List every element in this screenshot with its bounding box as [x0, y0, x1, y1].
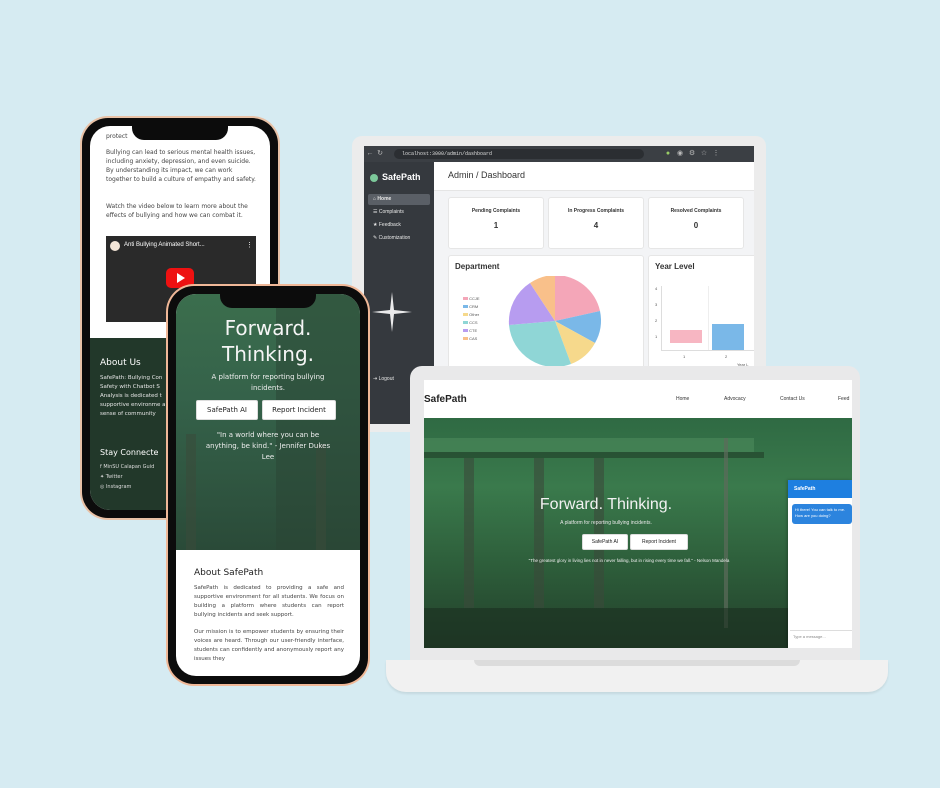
video-menu-icon[interactable]: ⋮: [246, 241, 253, 249]
legend-item: CRM: [463, 304, 480, 309]
hero-title: Forward. Thinking.: [539, 496, 673, 513]
nav-link-feed[interactable]: Feed: [838, 396, 849, 402]
pending-card[interactable]: Pending Complaints 1: [448, 197, 544, 249]
laptop-landing-screen: SafePath Home Advocacy Contact Us Feed F…: [424, 380, 852, 648]
site-brand[interactable]: SafePath: [424, 394, 467, 405]
phone-notch: [132, 124, 228, 140]
nav-link-advocacy[interactable]: Advocacy: [724, 396, 746, 402]
chatbot-widget: SafePath Hi there! You can talk to me. H…: [788, 480, 852, 648]
bar[interactable]: [670, 330, 702, 343]
hero-quote: "In a world where you can be anything, b…: [205, 431, 331, 461]
report-incident-button[interactable]: Report Incident: [630, 534, 688, 550]
menu-icon[interactable]: ⋮: [712, 150, 720, 158]
legend-item: CCS: [463, 320, 480, 325]
reload-icon[interactable]: ↻: [376, 150, 384, 158]
card-value: 4: [593, 221, 599, 230]
hero-subtitle: A platform for reporting bullying incide…: [560, 520, 652, 526]
panel-title: Department: [455, 262, 500, 271]
phone-hero-section: Forward. Thinking. A platform for report…: [176, 294, 360, 550]
logout-label: Logout: [378, 376, 394, 382]
hero-subtitle: A platform for reporting bullying incide…: [211, 373, 325, 392]
x-tick: 1: [683, 354, 686, 359]
browser-toolbar: ← ↻ localhost:3000/admin/dashboard ● ◉ ⚙…: [364, 146, 754, 162]
bookmark-icon[interactable]: ☆: [700, 150, 708, 158]
legend-item: Other: [463, 312, 480, 317]
sidebar-item-label: Complaints: [378, 209, 404, 215]
card-value: 1: [493, 221, 499, 230]
y-tick: 2: [655, 318, 658, 323]
card-label: Pending Complaints: [471, 208, 521, 214]
sidebar-item-complaints[interactable]: ☰ Complaints: [368, 207, 430, 218]
stay-connected-title: Stay Connecte: [100, 448, 159, 457]
panel-title: Year Level: [655, 262, 695, 271]
chat-input[interactable]: Type a message...: [790, 630, 852, 642]
extension-icon[interactable]: ●: [664, 150, 672, 158]
address-bar[interactable]: localhost:3000/admin/dashboard: [394, 149, 644, 159]
x-tick: 2: [725, 354, 728, 359]
social-twitter[interactable]: ✦ Twitter: [100, 474, 123, 480]
logo-icon: [370, 174, 378, 182]
about-paragraph-2: Our mission is to empower students by en…: [194, 629, 344, 662]
social-facebook[interactable]: f MinSU Calapan Guid: [100, 464, 154, 470]
social-label: MinSU Calapan Guid: [103, 464, 155, 470]
sidebar-item-customization[interactable]: ✎ Customization: [368, 233, 430, 244]
sidebar-item-label: Home: [377, 196, 392, 202]
sidebar-brand: SafePath: [382, 172, 421, 182]
card-label: Resolved Complaints: [670, 208, 722, 214]
sidebar-item-label: Customization: [378, 235, 411, 241]
page-title: Admin / Dashboard: [448, 170, 526, 180]
phone-notch: [220, 292, 316, 308]
settings-icon[interactable]: ⚙: [688, 150, 696, 158]
hero-title-line1: Forward.: [224, 316, 312, 340]
legend-item: CTE: [463, 328, 480, 333]
hero-title-line2: Thinking.: [222, 342, 314, 366]
y-tick: 3: [655, 302, 658, 307]
channel-avatar: [110, 241, 120, 251]
social-label: Instagram: [105, 484, 132, 490]
profile-icon[interactable]: ◉: [676, 150, 684, 158]
sidebar-item-home[interactable]: ⌂ Home: [368, 194, 430, 205]
in-progress-card[interactable]: In Progress Complaints 4: [548, 197, 644, 249]
about-title: About Us: [100, 358, 141, 368]
site-navbar: SafePath Home Advocacy Contact Us Feed: [424, 380, 852, 418]
legend-item: CAS: [463, 336, 480, 341]
bar-plot-area: [661, 286, 754, 351]
bar[interactable]: [712, 324, 744, 350]
video-title[interactable]: Anti Bullying Animated Short...: [124, 242, 205, 248]
about-title: About SafePath: [194, 568, 264, 578]
nav-link-contact[interactable]: Contact Us: [780, 396, 805, 402]
chat-bot-message: Hi there! You can talk to me. How are yo…: [792, 504, 852, 524]
hero-quote: "The greatest glory in living lies not i…: [528, 558, 730, 563]
phone-front-screen: Forward. Thinking. A platform for report…: [176, 294, 360, 676]
sidebar-item-feedback[interactable]: ★ Feedback: [368, 220, 430, 231]
about-paragraph-1: SafePath is dedicated to providing a saf…: [194, 585, 344, 618]
legend-item: CCJE: [463, 296, 480, 301]
laptop-trackpad-notch: [474, 660, 800, 666]
y-tick: 1: [655, 334, 658, 339]
pie-legend: CCJE CRM Other CCS CTE CAS: [463, 296, 480, 341]
card-value: 0: [693, 221, 699, 230]
video-intro-paragraph: Watch the video below to learn more abou…: [106, 203, 248, 219]
card-label: In Progress Complaints: [567, 208, 625, 214]
back-icon[interactable]: ←: [366, 150, 374, 158]
sparkle-icon: [372, 292, 412, 332]
safepath-ai-button[interactable]: SafePath AI: [582, 534, 628, 550]
sidebar-item-label: Feedback: [378, 222, 401, 228]
about-text: SafePath: Bullying Con Safety with Chatb…: [100, 375, 166, 417]
admin-header: Admin / Dashboard: [434, 162, 754, 191]
social-instagram[interactable]: ◎ Instagram: [100, 484, 131, 490]
nav-link-home[interactable]: Home: [676, 396, 689, 402]
phone-front: Forward. Thinking. A platform for report…: [168, 286, 368, 684]
resolved-card[interactable]: Resolved Complaints 0: [648, 197, 744, 249]
chat-header[interactable]: SafePath: [788, 480, 852, 498]
report-incident-button[interactable]: Report Incident: [262, 400, 336, 420]
safepath-ai-button[interactable]: SafePath AI: [196, 400, 258, 420]
play-triangle-icon: [177, 273, 185, 283]
bullying-paragraph: Bullying can lead to serious mental heal…: [106, 149, 256, 183]
social-label: Twitter: [105, 474, 123, 480]
y-tick: 4: [655, 286, 658, 291]
department-pie[interactable]: [505, 276, 605, 366]
